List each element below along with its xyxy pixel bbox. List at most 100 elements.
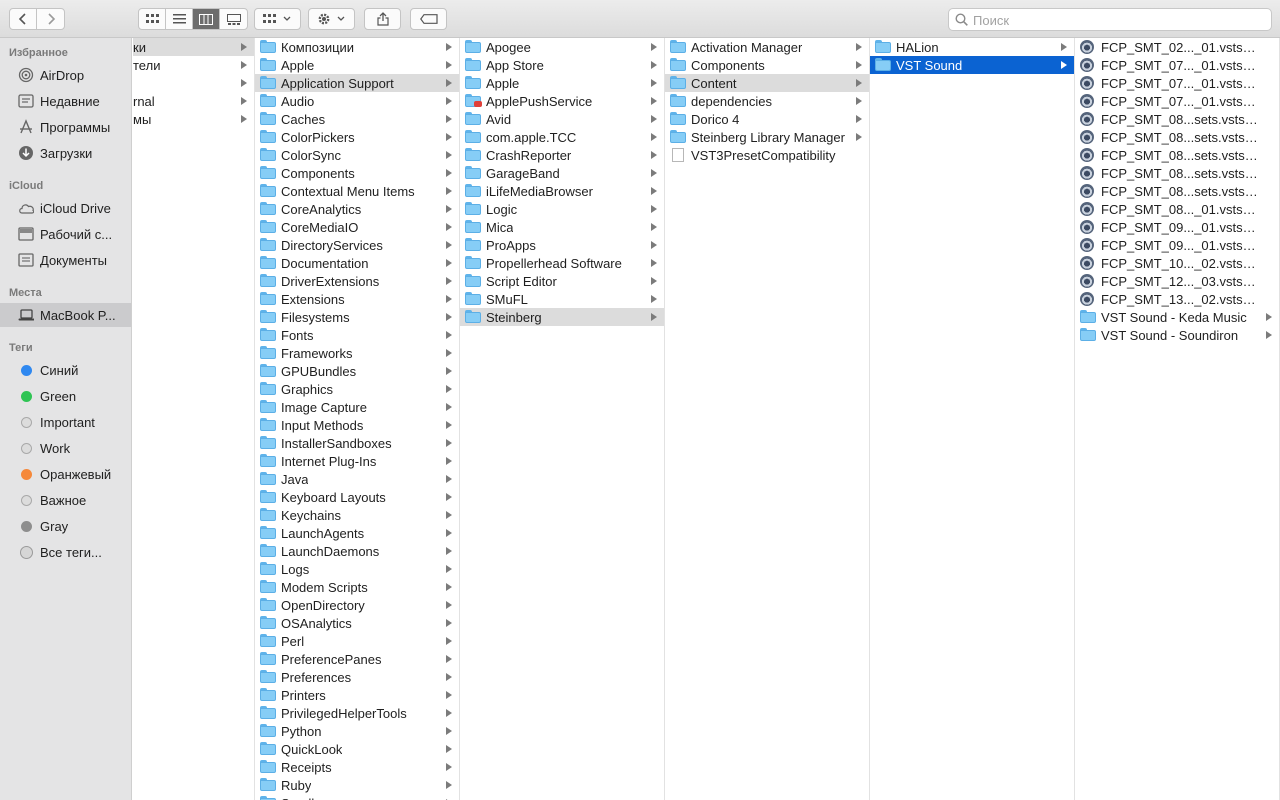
file-row[interactable]: Java: [255, 470, 459, 488]
file-row[interactable]: Image Capture: [255, 398, 459, 416]
file-row[interactable]: LaunchDaemons: [255, 542, 459, 560]
file-row[interactable]: ки: [133, 38, 254, 56]
file-row[interactable]: dependencies: [665, 92, 869, 110]
file-row[interactable]: Script Editor: [460, 272, 664, 290]
file-row[interactable]: FCP_SMT_08..._01.vstsound: [1075, 200, 1279, 218]
file-row[interactable]: VST3PresetCompatibility: [665, 146, 869, 164]
file-row[interactable]: CoreAnalytics: [255, 200, 459, 218]
view-gallery-button[interactable]: [220, 9, 247, 29]
file-row[interactable]: FCP_SMT_08...sets.vstsound: [1075, 110, 1279, 128]
file-row[interactable]: Graphics: [255, 380, 459, 398]
file-row[interactable]: VST Sound - Soundiron: [1075, 326, 1279, 344]
file-row[interactable]: CrashReporter: [460, 146, 664, 164]
file-row[interactable]: ColorPickers: [255, 128, 459, 146]
file-row[interactable]: FCP_SMT_10..._02.vstsound: [1075, 254, 1279, 272]
file-row[interactable]: FCP_SMT_08...sets.vstsound: [1075, 182, 1279, 200]
file-row[interactable]: Components: [665, 56, 869, 74]
file-row[interactable]: DriverExtensions: [255, 272, 459, 290]
file-row[interactable]: GPUBundles: [255, 362, 459, 380]
file-row[interactable]: iLifeMediaBrowser: [460, 182, 664, 200]
back-button[interactable]: [10, 9, 37, 29]
file-row[interactable]: OSAnalytics: [255, 614, 459, 632]
file-row[interactable]: Apogee: [460, 38, 664, 56]
file-row[interactable]: Frameworks: [255, 344, 459, 362]
sidebar-item-airdrop[interactable]: AirDrop: [0, 63, 131, 87]
file-row[interactable]: VST Sound: [870, 56, 1074, 74]
file-row[interactable]: FCP_SMT_09..._01.vstsound: [1075, 218, 1279, 236]
file-row[interactable]: Application Support: [255, 74, 459, 92]
file-row[interactable]: Internet Plug-Ins: [255, 452, 459, 470]
file-row[interactable]: Printers: [255, 686, 459, 704]
file-row[interactable]: CoreMediaIO: [255, 218, 459, 236]
sidebar-item-tag[interactable]: Important: [0, 410, 131, 434]
file-row[interactable]: Logs: [255, 560, 459, 578]
file-row[interactable]: FCP_SMT_07..._01.vstsound: [1075, 74, 1279, 92]
action-menu-button[interactable]: [308, 8, 355, 30]
file-row[interactable]: Avid: [460, 110, 664, 128]
file-row[interactable]: Propellerhead Software: [460, 254, 664, 272]
file-row[interactable]: VST Sound - Keda Music: [1075, 308, 1279, 326]
file-row[interactable]: PreferencePanes: [255, 650, 459, 668]
file-row[interactable]: Композиции: [255, 38, 459, 56]
file-row[interactable]: ProApps: [460, 236, 664, 254]
file-row[interactable]: Keyboard Layouts: [255, 488, 459, 506]
group-by-button[interactable]: [254, 8, 301, 30]
file-row[interactable]: Filesystems: [255, 308, 459, 326]
file-row[interactable]: Contextual Menu Items: [255, 182, 459, 200]
file-row[interactable]: Ruby: [255, 776, 459, 794]
file-row[interactable]: ColorSync: [255, 146, 459, 164]
file-row[interactable]: DirectoryServices: [255, 236, 459, 254]
file-row[interactable]: Activation Manager: [665, 38, 869, 56]
file-row[interactable]: rnal: [133, 92, 254, 110]
sidebar-item-tag[interactable]: Work: [0, 436, 131, 460]
file-row[interactable]: Apple: [460, 74, 664, 92]
sidebar-item-documents[interactable]: Документы: [0, 248, 131, 272]
sidebar-item-macbook[interactable]: MacBook P...: [0, 303, 131, 327]
tags-button[interactable]: [410, 8, 447, 30]
file-row[interactable]: ApplePushService: [460, 92, 664, 110]
sidebar-item-applications[interactable]: Программы: [0, 115, 131, 139]
file-row[interactable]: com.apple.TCC: [460, 128, 664, 146]
view-columns-button[interactable]: [193, 9, 220, 29]
file-row[interactable]: FCP_SMT_07..._01.vstsound: [1075, 92, 1279, 110]
file-row[interactable]: мы: [133, 110, 254, 128]
file-row[interactable]: GarageBand: [460, 164, 664, 182]
file-row[interactable]: QuickLook: [255, 740, 459, 758]
sidebar-item-tag[interactable]: Оранжевый: [0, 462, 131, 486]
sidebar-item-tag[interactable]: Важное: [0, 488, 131, 512]
sidebar-item-downloads[interactable]: Загрузки: [0, 141, 131, 165]
file-row[interactable]: FCP_SMT_08...sets.vstsound: [1075, 146, 1279, 164]
sidebar-item-recents[interactable]: Недавние: [0, 89, 131, 113]
sidebar-item-desktop[interactable]: Рабочий с...: [0, 222, 131, 246]
file-row[interactable]: Extensions: [255, 290, 459, 308]
sidebar-item-tag[interactable]: Gray: [0, 514, 131, 538]
file-row[interactable]: Steinberg: [460, 308, 664, 326]
file-row[interactable]: Dorico 4: [665, 110, 869, 128]
file-row[interactable]: Fonts: [255, 326, 459, 344]
file-row[interactable]: LaunchAgents: [255, 524, 459, 542]
file-row[interactable]: Python: [255, 722, 459, 740]
file-row[interactable]: PrivilegedHelperTools: [255, 704, 459, 722]
view-icons-button[interactable]: [139, 9, 166, 29]
file-row[interactable]: InstallerSandboxes: [255, 434, 459, 452]
file-row[interactable]: Keychains: [255, 506, 459, 524]
file-row[interactable]: FCP_SMT_07..._01.vstsound: [1075, 56, 1279, 74]
file-row[interactable]: Caches: [255, 110, 459, 128]
file-row[interactable]: Perl: [255, 632, 459, 650]
file-row[interactable]: FCP_SMT_02..._01.vstsound: [1075, 38, 1279, 56]
file-row[interactable]: HALion: [870, 38, 1074, 56]
file-row[interactable]: FCP_SMT_08...sets.vstsound: [1075, 128, 1279, 146]
sidebar-item-icloud-drive[interactable]: iCloud Drive: [0, 196, 131, 220]
file-row[interactable]: FCP_SMT_08...sets.vstsound: [1075, 164, 1279, 182]
file-row[interactable]: Preferences: [255, 668, 459, 686]
file-row[interactable]: Modem Scripts: [255, 578, 459, 596]
view-list-button[interactable]: [166, 9, 193, 29]
file-row[interactable]: OpenDirectory: [255, 596, 459, 614]
share-button[interactable]: [364, 8, 401, 30]
sidebar-item-tag[interactable]: Все теги...: [0, 540, 131, 564]
file-row[interactable]: тели: [133, 56, 254, 74]
sidebar-item-tag[interactable]: Синий: [0, 358, 131, 382]
file-row[interactable]: Apple: [255, 56, 459, 74]
file-row[interactable]: FCP_SMT_12..._03.vstsound: [1075, 272, 1279, 290]
file-row[interactable]: Content: [665, 74, 869, 92]
